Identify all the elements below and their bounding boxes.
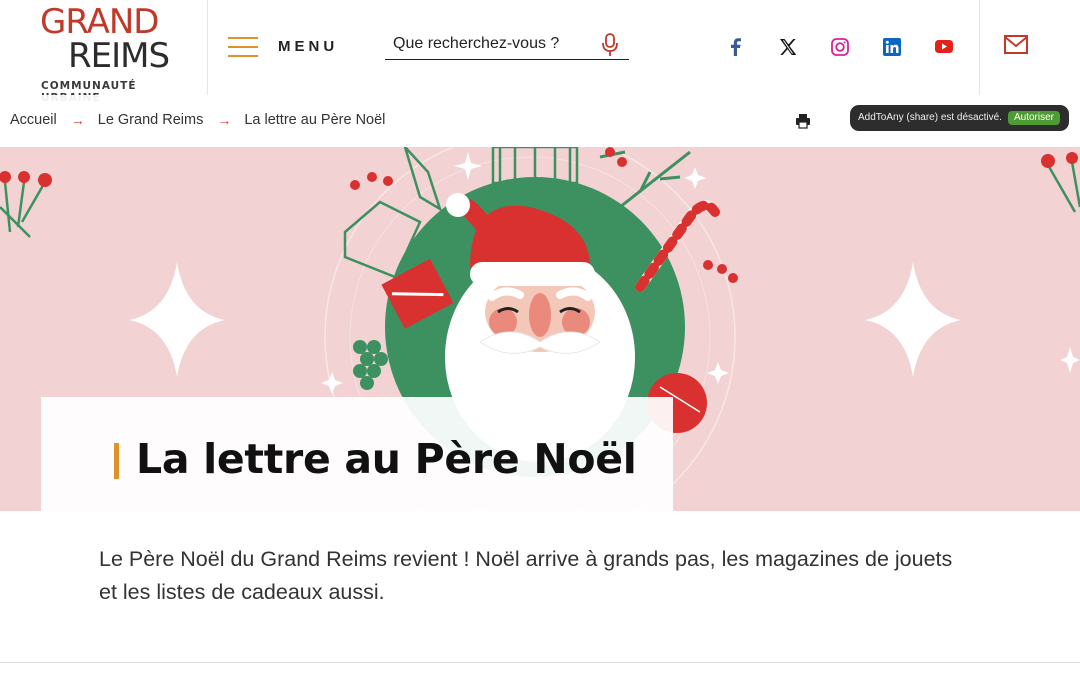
instagram-icon[interactable] (827, 34, 853, 60)
hamburger-icon (228, 37, 258, 57)
section-divider (0, 662, 1080, 663)
microphone-icon[interactable] (599, 32, 621, 58)
facebook-icon[interactable] (722, 34, 748, 60)
youtube-icon[interactable] (931, 34, 957, 60)
share-disabled-notice: AddToAny (share) est désactivé. Autorise… (850, 105, 1069, 131)
grand-reims-logo[interactable]: GRAND REIMS COMMUNAUTÉ URBAINE (40, 2, 190, 104)
title-accent-bar (114, 443, 119, 479)
header-divider (207, 0, 208, 95)
menu-label: MENU (278, 38, 339, 55)
site-header: GRAND REIMS COMMUNAUTÉ URBAINE MENU (0, 0, 1080, 104)
breadcrumb-home[interactable]: Accueil (10, 112, 57, 128)
search-input[interactable] (393, 32, 593, 56)
menu-button[interactable]: MENU (228, 33, 353, 61)
x-icon[interactable] (775, 34, 801, 60)
breadcrumb: Accueil → Le Grand Reims → La lettre au … (10, 112, 385, 128)
print-icon[interactable] (795, 113, 811, 129)
share-notice-text: AddToAny (share) est désactivé. (858, 112, 1002, 123)
search-box (385, 30, 629, 60)
header-divider (979, 0, 980, 95)
mail-icon[interactable] (1002, 33, 1030, 57)
page-title: La lettre au Père Noël (136, 435, 637, 483)
arrow-right-icon: → (217, 112, 232, 128)
breadcrumb-current: La lettre au Père Noël (244, 112, 386, 128)
intro-text: Le Père Noël du Grand Reims revient ! No… (99, 547, 953, 604)
arrow-right-icon: → (70, 112, 85, 128)
allow-share-button[interactable]: Autoriser (1008, 111, 1060, 125)
breadcrumb-grand-reims[interactable]: Le Grand Reims (98, 112, 204, 128)
linkedin-icon[interactable] (879, 34, 905, 60)
logo-line-reims: REIMS (68, 36, 170, 76)
